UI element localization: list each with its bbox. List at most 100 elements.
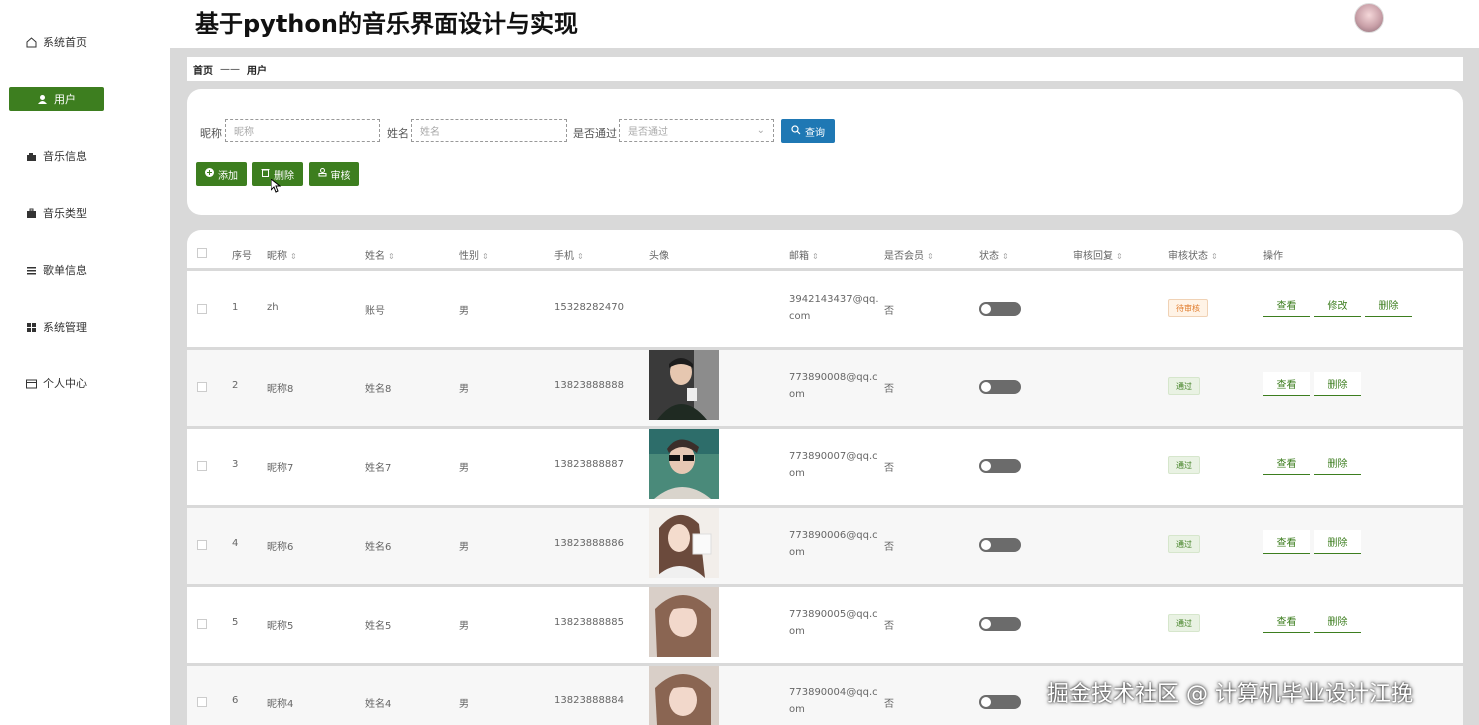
avatar-image	[649, 429, 719, 499]
select-all-checkbox[interactable]	[197, 248, 207, 258]
sort-icon: ⇕	[927, 252, 934, 261]
delete-row-button[interactable]: 删除	[1314, 530, 1361, 554]
breadcrumb-home[interactable]: 首页	[193, 62, 213, 77]
view-button[interactable]: 查看	[1263, 451, 1310, 475]
header-status[interactable]: 状态 ⇕	[979, 247, 1009, 262]
header-review-status[interactable]: 审核状态 ⇕	[1168, 247, 1218, 262]
cell-name: 姓名4	[365, 699, 392, 710]
edit-button[interactable]: 修改	[1314, 293, 1361, 317]
cell-nickname: 昵称5	[267, 621, 294, 632]
row-checkbox[interactable]	[197, 619, 207, 629]
delete-row-button[interactable]: 删除	[1314, 451, 1361, 475]
avatar-image	[649, 587, 719, 657]
cell-nickname: 昵称6	[267, 542, 294, 553]
view-button[interactable]: 查看	[1263, 609, 1310, 633]
app-title: 基于python的音乐界面设计与实现	[195, 10, 578, 38]
sort-icon: ⇕	[290, 252, 297, 261]
header: 基于python的音乐界面设计与实现	[170, 0, 1479, 48]
view-button[interactable]: 查看	[1263, 293, 1310, 317]
header-gender[interactable]: 性别 ⇕	[459, 247, 489, 262]
header-avatar: 头像	[649, 251, 669, 262]
row-checkbox[interactable]	[197, 304, 207, 314]
sidebar-item-home[interactable]: 系统首页	[9, 30, 104, 54]
sidebar-item-music-info[interactable]: 音乐信息	[9, 144, 104, 168]
add-button[interactable]: 添加	[196, 162, 247, 186]
user-table: 序号 昵称 ⇕ 姓名 ⇕ 性别 ⇕ 手机 ⇕ 头像 邮箱 ⇕ 是否会员 ⇕ 状态 ⇕ 审核回复…	[187, 230, 1463, 725]
query-button[interactable]: 查询	[781, 119, 835, 143]
sidebar: 系统首页 用户 音乐信息 音乐类型 歌单信息 系统管理 个人中心	[0, 0, 170, 725]
header-nickname-label: 昵称	[267, 251, 287, 262]
sidebar-item-system[interactable]: 系统管理	[9, 315, 104, 339]
delete-row-button[interactable]: 删除	[1314, 609, 1361, 633]
sidebar-item-playlist[interactable]: 歌单信息	[9, 258, 104, 282]
avatar-image	[649, 350, 719, 420]
avatar-image	[649, 508, 719, 578]
review-status-badge: 通过	[1168, 614, 1200, 632]
row-checkbox[interactable]	[197, 697, 207, 707]
sidebar-item-label: 用户	[54, 93, 76, 106]
status-toggle[interactable]	[979, 695, 1021, 709]
header-member-label: 是否会员	[884, 251, 924, 262]
cell-gender: 男	[459, 699, 469, 710]
passed-select[interactable]: 是否通过 ⌄	[619, 119, 774, 142]
chevron-down-icon: ⌄	[756, 125, 765, 136]
row-checkbox[interactable]	[197, 540, 207, 550]
cell-index: 6	[232, 695, 239, 706]
status-toggle[interactable]	[979, 538, 1021, 552]
avatar[interactable]	[1354, 3, 1384, 33]
search-panel: 昵称 昵称 姓名 姓名 是否通过 是否通过 ⌄ 查询 添加 删除 审核	[187, 89, 1463, 215]
delete-row-button[interactable]: 删除	[1365, 293, 1412, 317]
avatar-image	[649, 666, 719, 725]
watermark: 掘金技术社区 @ 计算机毕业设计江挽	[1047, 682, 1413, 707]
cell-gender: 男	[459, 463, 469, 474]
sidebar-item-profile[interactable]: 个人中心	[9, 371, 104, 395]
status-toggle[interactable]	[979, 380, 1021, 394]
header-email-label: 邮箱	[789, 251, 809, 262]
review-button[interactable]: 审核	[309, 162, 359, 186]
trash-icon	[261, 168, 270, 180]
status-toggle[interactable]	[979, 302, 1021, 316]
sort-icon: ⇕	[1002, 252, 1009, 261]
card-icon	[26, 378, 37, 389]
status-toggle[interactable]	[979, 617, 1021, 631]
review-status-badge: 通过	[1168, 535, 1200, 553]
table-row: 3 昵称7 姓名7 男 13823888887 773890007@qq.com…	[187, 429, 1463, 505]
view-button[interactable]: 查看	[1263, 530, 1310, 554]
sidebar-item-label: 音乐信息	[43, 150, 87, 163]
query-label: 查询	[805, 127, 825, 139]
cell-gender: 男	[459, 306, 469, 317]
nickname-input[interactable]: 昵称	[225, 119, 380, 142]
header-phone[interactable]: 手机 ⇕	[554, 247, 584, 262]
sidebar-item-users[interactable]: 用户	[9, 87, 104, 111]
status-toggle[interactable]	[979, 459, 1021, 473]
cell-member: 否	[884, 699, 894, 710]
sidebar-item-music-type[interactable]: 音乐类型	[9, 201, 104, 225]
view-button[interactable]: 查看	[1263, 372, 1310, 396]
header-email[interactable]: 邮箱 ⇕	[789, 247, 819, 262]
header-nickname[interactable]: 昵称 ⇕	[267, 247, 297, 262]
cell-index: 4	[232, 538, 239, 549]
name-input[interactable]: 姓名	[411, 119, 567, 142]
delete-row-button[interactable]: 删除	[1314, 372, 1361, 396]
cell-phone: 13823888884	[554, 695, 624, 706]
list-icon	[26, 265, 37, 276]
row-checkbox[interactable]	[197, 382, 207, 392]
cell-index: 3	[232, 459, 239, 470]
sidebar-item-label: 系统管理	[43, 321, 87, 334]
cell-name: 姓名5	[365, 621, 392, 632]
sort-icon: ⇕	[388, 252, 395, 261]
header-review-reply[interactable]: 审核回复 ⇕	[1073, 247, 1123, 262]
sort-icon: ⇕	[577, 252, 584, 261]
sort-icon: ⇕	[1211, 252, 1218, 261]
header-member[interactable]: 是否会员 ⇕	[884, 247, 934, 262]
cell-index: 1	[232, 302, 239, 313]
cell-gender: 男	[459, 384, 469, 395]
header-name[interactable]: 姓名 ⇕	[365, 247, 395, 262]
cell-email: 773890007@qq.com	[789, 451, 878, 479]
table-row: 1 zh 账号 男 15328282470 3942143437@qq.com …	[187, 271, 1463, 347]
row-checkbox[interactable]	[197, 461, 207, 471]
breadcrumb-current: 用户	[247, 65, 267, 77]
cell-email: 773890005@qq.com	[789, 609, 878, 637]
header-name-label: 姓名	[365, 251, 385, 262]
mouse-cursor-icon	[270, 177, 282, 197]
